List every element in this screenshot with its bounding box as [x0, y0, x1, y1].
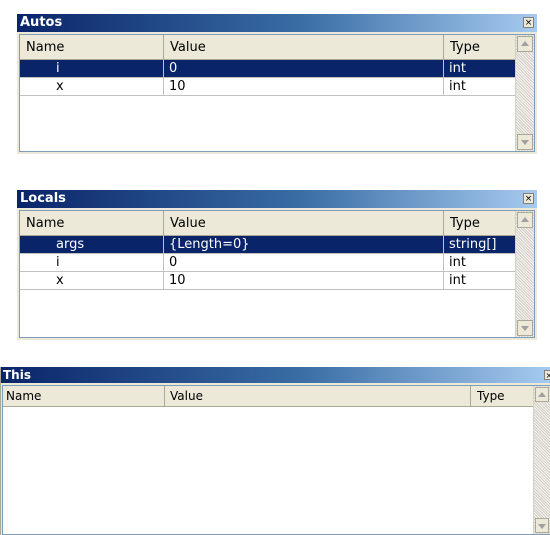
- row-type: int: [449, 273, 466, 288]
- scroll-down-button[interactable]: [535, 518, 549, 533]
- column-divider: [443, 236, 444, 290]
- locals-close-button[interactable]: ×: [523, 193, 534, 204]
- locals-window: Locals × Name Value Type args {Length=0}…: [17, 190, 537, 340]
- this-header: Name Value Type: [3, 386, 537, 407]
- autos-title: Autos: [20, 15, 63, 30]
- row-divider: [20, 253, 515, 254]
- table-row[interactable]: args {Length=0} string[]: [20, 236, 515, 253]
- row-name: i: [56, 61, 60, 76]
- scroll-up-button[interactable]: [535, 387, 549, 402]
- arrow-up-icon: [521, 217, 529, 222]
- autos-col-name[interactable]: Name: [20, 35, 164, 60]
- table-row[interactable]: i 0 int: [20, 60, 515, 77]
- arrow-down-icon: [521, 326, 529, 331]
- locals-title: Locals: [20, 191, 66, 206]
- row-name: args: [56, 237, 85, 252]
- autos-window: Autos × Name Value Type i 0 int x 10 int: [17, 14, 537, 154]
- row-divider: [20, 95, 515, 96]
- row-type: int: [449, 61, 466, 76]
- autos-col-value[interactable]: Value: [164, 35, 444, 60]
- row-value: 0: [169, 255, 178, 270]
- table-row[interactable]: x 10 int: [20, 272, 515, 289]
- locals-col-name[interactable]: Name: [20, 211, 164, 236]
- arrow-up-icon: [538, 392, 546, 397]
- scroll-down-button[interactable]: [517, 320, 533, 336]
- this-close-button[interactable]: ×: [544, 370, 550, 380]
- locals-header: Name Value Type: [20, 211, 516, 236]
- locals-col-value[interactable]: Value: [164, 211, 444, 236]
- this-col-type[interactable]: Type: [471, 386, 537, 407]
- autos-title-bar[interactable]: Autos: [17, 14, 537, 32]
- scroll-up-button[interactable]: [517, 212, 533, 228]
- arrow-down-icon: [521, 140, 529, 145]
- this-window: This × Name Value Type: [0, 367, 550, 535]
- row-divider: [20, 271, 515, 272]
- arrow-up-icon: [521, 41, 529, 46]
- column-divider: [163, 236, 164, 290]
- table-row[interactable]: i 0 int: [20, 254, 515, 271]
- this-vertical-scrollbar[interactable]: [533, 386, 550, 534]
- row-name: x: [56, 273, 64, 288]
- row-divider: [20, 77, 515, 78]
- row-value: 0: [169, 61, 178, 76]
- row-name: x: [56, 79, 64, 94]
- close-icon: ×: [545, 371, 550, 380]
- this-grid: Name Value Type: [2, 385, 550, 535]
- autos-col-type[interactable]: Type: [444, 35, 516, 60]
- row-value: {Length=0}: [169, 237, 250, 252]
- scroll-down-button[interactable]: [517, 134, 533, 150]
- autos-close-button[interactable]: ×: [523, 17, 534, 28]
- locals-col-type[interactable]: Type: [444, 211, 516, 236]
- row-divider: [20, 289, 515, 290]
- row-value: 10: [169, 79, 186, 94]
- autos-vertical-scrollbar[interactable]: [515, 35, 534, 151]
- autos-header: Name Value Type: [20, 35, 516, 60]
- row-type: int: [449, 255, 466, 270]
- row-type: int: [449, 79, 466, 94]
- scroll-up-button[interactable]: [517, 36, 533, 52]
- this-col-name[interactable]: Name: [3, 386, 165, 407]
- table-row[interactable]: x 10 int: [20, 78, 515, 95]
- column-divider: [163, 60, 164, 96]
- this-title-bar[interactable]: This: [1, 367, 550, 383]
- arrow-down-icon: [538, 524, 546, 529]
- locals-vertical-scrollbar[interactable]: [515, 211, 534, 337]
- row-type: string[]: [449, 237, 497, 252]
- locals-title-bar[interactable]: Locals: [17, 190, 537, 208]
- autos-grid: Name Value Type i 0 int x 10 int: [19, 34, 535, 152]
- row-value: 10: [169, 273, 186, 288]
- column-divider: [443, 60, 444, 96]
- row-name: i: [56, 255, 60, 270]
- locals-grid: Name Value Type args {Length=0} string[]…: [19, 210, 535, 338]
- close-icon: ×: [524, 194, 533, 204]
- this-col-value[interactable]: Value: [165, 386, 471, 407]
- this-title: This: [3, 368, 31, 382]
- close-icon: ×: [524, 18, 533, 28]
